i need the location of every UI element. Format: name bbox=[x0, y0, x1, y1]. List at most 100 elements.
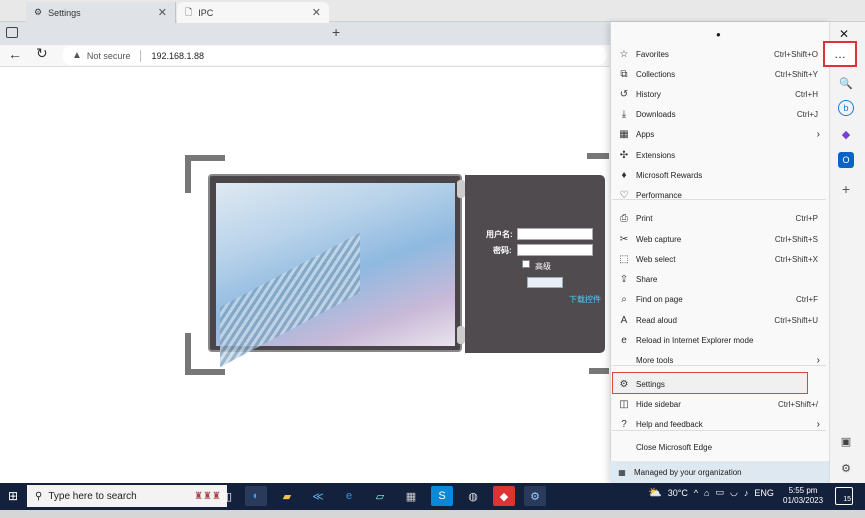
menu-item-favorites[interactable]: ☆ Favorites Ctrl+Shift+O bbox=[612, 45, 826, 64]
app-icon[interactable]: ◆ bbox=[493, 486, 515, 506]
volume-icon[interactable]: ♪ bbox=[744, 488, 749, 498]
password-input[interactable] bbox=[517, 244, 593, 256]
gear-icon: ⚙ bbox=[619, 379, 629, 390]
menu-item-shortcut: Ctrl+Shift+X bbox=[774, 255, 818, 264]
search-icon[interactable]: 🔍 bbox=[838, 75, 854, 91]
tab-ipc[interactable]: 🗋 IPC ✕ bbox=[177, 2, 329, 23]
menu-item-label: Web select bbox=[636, 255, 676, 264]
new-tab-button[interactable]: + bbox=[332, 24, 340, 40]
menu-item-find-on-page[interactable]: ⌕ Find on page Ctrl+F bbox=[612, 290, 826, 309]
menu-item-microsoft-rewards[interactable]: ♦ Microsoft Rewards bbox=[612, 166, 826, 185]
add-icon[interactable]: + bbox=[838, 181, 854, 197]
warning-icon[interactable]: ▲ bbox=[72, 50, 82, 61]
shopping-icon[interactable]: ◆ bbox=[838, 126, 854, 142]
search-placeholder: Type here to search bbox=[48, 490, 137, 502]
menu-item-settings[interactable]: ⚙ Settings bbox=[612, 375, 826, 394]
star-icon: ☆ bbox=[619, 49, 629, 60]
tab-label: IPC bbox=[198, 7, 214, 18]
date: 01/03/2023 bbox=[783, 496, 824, 505]
username-input[interactable] bbox=[517, 228, 593, 240]
app-icon[interactable]: ▱ bbox=[369, 486, 391, 506]
sidebar-toggle-icon[interactable]: ▣ bbox=[838, 433, 854, 449]
security-label[interactable]: Not secure bbox=[87, 51, 131, 61]
menu-item-shortcut: Ctrl+Shift+U bbox=[774, 316, 818, 325]
menu-item-label: Share bbox=[636, 275, 658, 284]
login-button[interactable] bbox=[527, 277, 563, 288]
menu-item-more-tools[interactable]: More tools › bbox=[612, 351, 826, 370]
remote-icon[interactable]: ≪ bbox=[307, 486, 329, 506]
battery-icon[interactable]: ▭ bbox=[715, 487, 724, 498]
tab-actions-icon[interactable] bbox=[6, 27, 18, 38]
calculator-icon[interactable]: ▦ bbox=[400, 486, 422, 506]
network-icon[interactable]: ⌂ bbox=[704, 488, 709, 498]
menu-item-reload-in-internet-explorer-mode[interactable]: e Reload in Internet Explorer mode bbox=[612, 331, 826, 350]
menu-item-help-and-feedback[interactable]: ? Help and feedback › bbox=[612, 415, 826, 434]
menu-item-downloads[interactable]: ⤓ Downloads Ctrl+J bbox=[612, 105, 826, 124]
file-explorer-icon[interactable]: ▰ bbox=[276, 486, 298, 506]
download-plugin-link[interactable]: 下载控件 bbox=[569, 294, 601, 305]
advanced-checkbox[interactable] bbox=[522, 260, 530, 268]
history-icon: ↺ bbox=[619, 89, 629, 100]
managed-label: Managed by your organization bbox=[634, 467, 742, 477]
address-bar[interactable]: ▲ Not secure 192.168.1.88 bbox=[62, 46, 607, 65]
menu-item-share[interactable]: ⇪ Share bbox=[612, 270, 826, 289]
close-tab-icon[interactable]: ✕ bbox=[158, 6, 167, 19]
windows-start-icon[interactable]: ⊞ bbox=[8, 489, 18, 503]
task-view-icon[interactable]: ▯▯ bbox=[215, 486, 237, 506]
bing-icon[interactable]: b bbox=[838, 100, 854, 116]
menu-item-label: Web capture bbox=[636, 235, 682, 244]
menu-item-close-microsoft-edge[interactable]: Close Microsoft Edge bbox=[612, 438, 826, 457]
menu-item-print[interactable]: ⎙ Print Ctrl+P bbox=[612, 209, 826, 228]
outlook-icon[interactable]: O bbox=[838, 152, 854, 168]
menu-item-apps[interactable]: ▦ Apps › bbox=[612, 125, 826, 144]
managed-notice[interactable]: ▦ Managed by your organization bbox=[610, 461, 829, 483]
menu-item-shortcut: Ctrl+P bbox=[795, 214, 818, 223]
back-button[interactable]: ← bbox=[8, 46, 22, 62]
chevron-up-icon[interactable]: ^ bbox=[694, 488, 698, 498]
edge-sidebar bbox=[829, 22, 865, 483]
sidebar-settings-icon[interactable]: ⚙ bbox=[838, 460, 854, 476]
menu-item-shortcut: Ctrl+Shift+/ bbox=[777, 400, 818, 409]
menu-item-label: Hide sidebar bbox=[636, 400, 681, 409]
edge-icon[interactable]: ◐ bbox=[245, 486, 267, 506]
sidebar-icon: ◫ bbox=[619, 399, 629, 410]
skype-icon[interactable]: S bbox=[431, 486, 453, 506]
menu-item-web-select[interactable]: ⬚ Web select Ctrl+Shift+X bbox=[612, 250, 826, 269]
weather-icon[interactable]: ⛅ bbox=[648, 486, 662, 499]
chevron-right-icon: › bbox=[816, 129, 820, 140]
menu-item-hide-sidebar[interactable]: ◫ Hide sidebar Ctrl+Shift+/ bbox=[612, 395, 826, 414]
hinge bbox=[457, 180, 465, 198]
menu-item-shortcut: Ctrl+Shift+S bbox=[774, 235, 818, 244]
menu-item-label: Collections bbox=[636, 70, 676, 79]
wifi-icon[interactable]: ◡ bbox=[730, 487, 738, 498]
menu-item-label: Read aloud bbox=[636, 316, 677, 325]
tab-settings[interactable]: ⚙ Settings ✕ bbox=[26, 2, 176, 23]
menu-item-label: Settings bbox=[636, 380, 665, 389]
menu-item-label: History bbox=[636, 90, 661, 99]
app-icon[interactable]: ◍ bbox=[462, 486, 484, 506]
reload-button[interactable]: ↻ bbox=[36, 45, 48, 62]
weather-temp[interactable]: 30°C bbox=[668, 488, 688, 498]
menu-item-extensions[interactable]: ✣ Extensions bbox=[612, 146, 826, 165]
menu-item-performance[interactable]: ♡ Performance bbox=[612, 186, 826, 205]
settings-more-button[interactable]: … bbox=[823, 41, 857, 67]
capture-icon: ✂ bbox=[619, 234, 629, 245]
taskbar-search[interactable]: ⚲ Type here to search ♜♜♜ bbox=[27, 485, 227, 507]
tab-label: Settings bbox=[48, 7, 81, 18]
menu-item-label: Favorites bbox=[636, 50, 669, 59]
puzzle-icon: ✣ bbox=[619, 150, 629, 161]
language-indicator[interactable]: ENG bbox=[754, 488, 774, 498]
notification-icon[interactable]: 15 bbox=[835, 487, 853, 505]
close-tab-icon[interactable]: ✕ bbox=[312, 6, 321, 19]
share-icon: ⇪ bbox=[619, 274, 629, 285]
menu-item-collections[interactable]: ⧉ Collections Ctrl+Shift+Y bbox=[612, 65, 826, 84]
url-text[interactable]: 192.168.1.88 bbox=[151, 51, 204, 61]
settings-app-icon[interactable]: ⚙ bbox=[524, 486, 546, 506]
close-window-button[interactable]: ✕ bbox=[839, 27, 849, 41]
menu-item-history[interactable]: ↺ History Ctrl+H bbox=[612, 85, 826, 104]
clock[interactable]: 5:55 pm 01/03/2023 bbox=[783, 486, 823, 506]
menu-item-read-aloud[interactable]: A Read aloud Ctrl+Shift+U bbox=[612, 311, 826, 330]
bottom-strip bbox=[0, 510, 865, 518]
menu-item-web-capture[interactable]: ✂ Web capture Ctrl+Shift+S bbox=[612, 230, 826, 249]
ie-icon[interactable]: e bbox=[338, 486, 360, 506]
